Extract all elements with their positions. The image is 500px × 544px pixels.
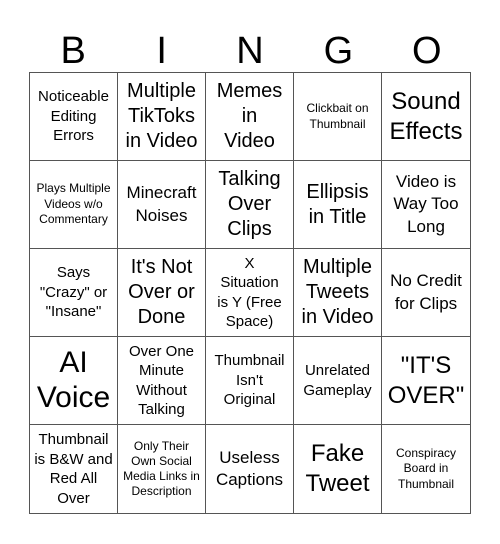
bingo-cell[interactable]: AI Voice [30,337,118,425]
cell-text: Says "Crazy" or "Insane" [39,264,108,321]
bingo-cell[interactable]: Conspiracy Board in Thumbnail [382,425,470,513]
bingo-cell[interactable]: No Credit for Clips [382,249,470,337]
cell-text: Only Their Own Social Media Links in Des… [123,439,200,498]
cell-text: Over One Minute Without Talking [128,342,195,419]
cell-text: No Credit for Clips [390,271,462,313]
free-space-cell[interactable]: X Situation is Y (Free Space) [206,249,294,337]
bingo-cell[interactable]: Ellipsis in Title [294,161,382,249]
cell-text: X Situation is Y (Free Space) [217,254,282,331]
cell-text: "IT'S OVER" [387,351,465,409]
cell-text: Plays Multiple Videos w/o Commentary [36,181,111,227]
bingo-cell[interactable]: Fake Tweet [294,425,382,513]
cell-text: Multiple Tweets in Video [301,256,374,328]
bingo-cell[interactable]: Minecraft Noises [118,161,206,249]
cell-text: Unrelated Gameplay [303,362,372,399]
cell-text: Sound Effects [389,87,463,145]
cell-text: Thumbnail Isn't Original [214,352,285,409]
cell-text: Thumbnail is B&W and Red All Over [34,431,113,507]
cell-text: It's Not Over or Done [128,256,195,328]
cell-text: Fake Tweet [305,440,370,497]
cell-text: Useless Captions [215,447,284,489]
cell-text: Ellipsis in Title [306,180,369,228]
cell-text: Memes in Video [216,80,283,152]
bingo-board: Noticeable Editing Errors Multiple TikTo… [29,72,471,514]
bingo-cell[interactable]: Thumbnail Isn't Original [206,337,294,425]
bingo-cell[interactable]: Multiple TikToks in Video [118,73,206,161]
bingo-cell[interactable]: "IT'S OVER" [382,337,470,425]
header-letter-g: G [323,30,354,72]
cell-text: Talking Over Clips [218,168,281,240]
header-letter-i: I [156,30,167,72]
cell-text: Noticeable Editing Errors [38,88,109,145]
bingo-cell[interactable]: Useless Captions [206,425,294,513]
bingo-cell[interactable]: Only Their Own Social Media Links in Des… [118,425,206,513]
header-letter-o: O [412,30,442,72]
header-letter-n: N [236,30,264,72]
cell-text: Clickbait on Thumbnail [306,100,369,131]
bingo-cell[interactable]: Multiple Tweets in Video [294,249,382,337]
bingo-cell[interactable]: Sound Effects [382,73,470,161]
cell-text: AI Voice [36,346,111,414]
bingo-cell[interactable]: Memes in Video [206,73,294,161]
bingo-cell[interactable]: Says "Crazy" or "Insane" [30,249,118,337]
cell-text: Minecraft Noises [126,183,197,225]
bingo-cell[interactable]: Video is Way Too Long [382,161,470,249]
bingo-cell[interactable]: Talking Over Clips [206,161,294,249]
bingo-cell[interactable]: Clickbait on Thumbnail [294,73,382,161]
bingo-cell[interactable]: Unrelated Gameplay [294,337,382,425]
header-letter-b: B [60,30,86,72]
bingo-cell[interactable]: Plays Multiple Videos w/o Commentary [30,161,118,249]
bingo-cell[interactable]: Over One Minute Without Talking [118,337,206,425]
cell-text: Conspiracy Board in Thumbnail [395,445,457,491]
cell-text: Multiple TikToks in Video [125,80,198,152]
bingo-cell[interactable]: Thumbnail is B&W and Red All Over [30,425,118,513]
bingo-header: B I N G O [29,30,471,72]
cell-text: Video is Way Too Long [393,172,459,236]
bingo-cell[interactable]: It's Not Over or Done [118,249,206,337]
bingo-cell[interactable]: Noticeable Editing Errors [30,73,118,161]
